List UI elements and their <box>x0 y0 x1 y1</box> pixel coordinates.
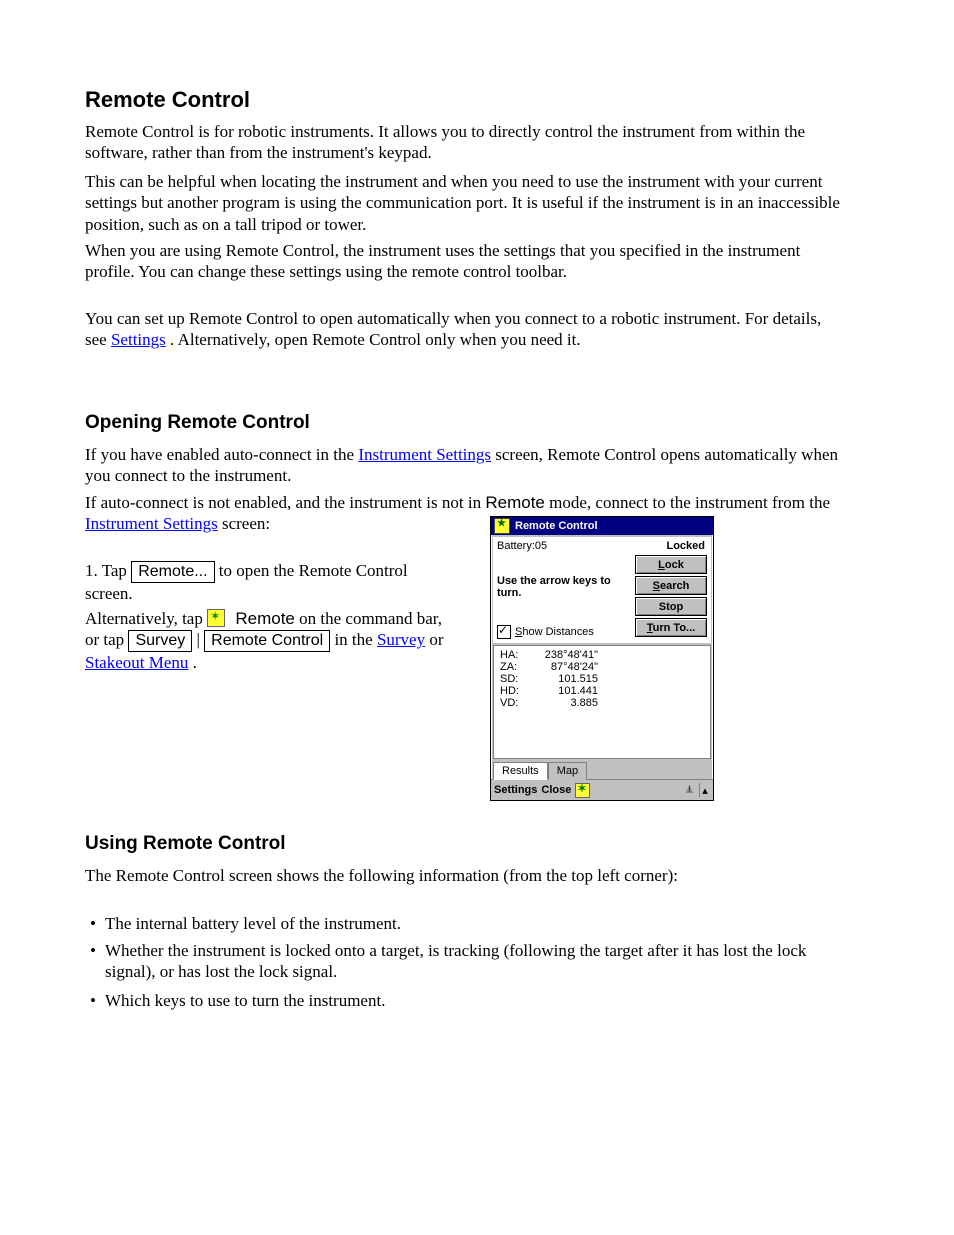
link-instrument-settings[interactable]: Instrument Settings <box>358 445 491 464</box>
para-7: 1. Tap Remote... to open the Remote Cont… <box>85 560 455 604</box>
tab-results[interactable]: Results <box>493 762 548 780</box>
app-icon <box>494 518 510 534</box>
para-4: You can set up Remote Control to open au… <box>85 308 845 351</box>
bullet-3: Which keys to use to turn the instrument… <box>105 990 845 1011</box>
link-stakeout[interactable]: Stakeout Menu <box>85 653 188 672</box>
bullet-2: Whether the instrument is locked onto a … <box>105 940 845 983</box>
ha-value: 238°48'41" <box>528 649 598 661</box>
link-settings[interactable]: Settings <box>111 330 166 349</box>
remote-icon <box>207 609 225 627</box>
sd-label: SD: <box>500 673 528 685</box>
bullet-1: The internal battery level of the instru… <box>105 913 845 934</box>
arrow-up-icon[interactable] <box>699 783 710 797</box>
para-8: Alternatively, tap Remote on the command… <box>85 608 455 673</box>
locked-status: Locked <box>666 540 705 552</box>
para-7a: 1. Tap <box>85 561 131 580</box>
dialog-title: Remote Control <box>515 520 598 532</box>
para-4b: . Alternatively, open Remote Control onl… <box>170 330 581 349</box>
para-8b: Remote <box>235 609 295 628</box>
para-8sep: | <box>196 630 204 649</box>
tab-map[interactable]: Map <box>548 762 587 780</box>
footer-remote-icon[interactable] <box>575 783 590 798</box>
za-value: 87°48'24" <box>528 661 598 673</box>
para-6a-cont: mode, connect to the instrument from the <box>549 493 830 512</box>
para-6a: If auto-connect is not enabled, and the … <box>85 493 485 512</box>
link-survey[interactable]: Survey <box>377 630 425 649</box>
stop-button[interactable]: Stop <box>635 597 707 616</box>
heading-open-rc: Opening Remote Control <box>85 412 310 434</box>
para-8e: or <box>429 630 443 649</box>
survey-button-inline[interactable]: Survey <box>128 630 192 652</box>
para-5: If you have enabled auto-connect in the … <box>85 444 845 487</box>
ha-label: HA: <box>500 649 528 661</box>
readout-box: HA:238°48'41" ZA:87°48'24" SD:101.515 HD… <box>493 645 711 759</box>
hd-value: 101.441 <box>528 685 598 697</box>
para-2: This can be helpful when locating the in… <box>85 171 845 235</box>
remote-control-dialog: Remote Control Battery:05 Locked Use the… <box>490 516 714 801</box>
footer-settings[interactable]: Settings <box>494 784 537 796</box>
para-3: When you are using Remote Control, the i… <box>85 240 845 283</box>
show-distances-checkbox[interactable] <box>497 625 511 639</box>
lock-button[interactable]: Lock <box>635 555 707 574</box>
vd-value: 3.885 <box>528 697 598 709</box>
warning-icon[interactable] <box>683 783 697 797</box>
hd-label: HD: <box>500 685 528 697</box>
para-6a-italic: Remote <box>485 493 545 512</box>
para-9: The Remote Control screen shows the foll… <box>85 865 845 886</box>
para-6: If auto-connect is not enabled, and the … <box>85 492 845 535</box>
remote-button-inline[interactable]: Remote... <box>131 561 214 583</box>
turn-to-button[interactable]: Turn To... <box>635 618 707 637</box>
para-8a: Alternatively, tap <box>85 609 207 628</box>
sd-value: 101.515 <box>528 673 598 685</box>
vd-label: VD: <box>500 697 528 709</box>
para-1: Remote Control is for robotic instrument… <box>85 121 845 164</box>
link-instrument-settings-2[interactable]: Instrument Settings <box>85 514 218 533</box>
remote-control-button-inline[interactable]: Remote Control <box>204 630 330 652</box>
show-distances-label: Show Distances <box>515 626 594 638</box>
para-5a: If you have enabled auto-connect in the <box>85 445 358 464</box>
dialog-titlebar[interactable]: Remote Control <box>491 517 713 535</box>
heading-using-rc: Using Remote Control <box>85 833 286 855</box>
footer-close[interactable]: Close <box>541 784 571 796</box>
za-label: ZA: <box>500 661 528 673</box>
para-8d: in the <box>334 630 377 649</box>
heading-remote-control: Remote Control <box>85 87 250 113</box>
para-6b: screen: <box>222 514 270 533</box>
search-button[interactable]: Search <box>635 576 707 595</box>
hint-text: Use the arrow keys to turn. <box>497 575 617 599</box>
para-8f: . <box>193 653 197 672</box>
